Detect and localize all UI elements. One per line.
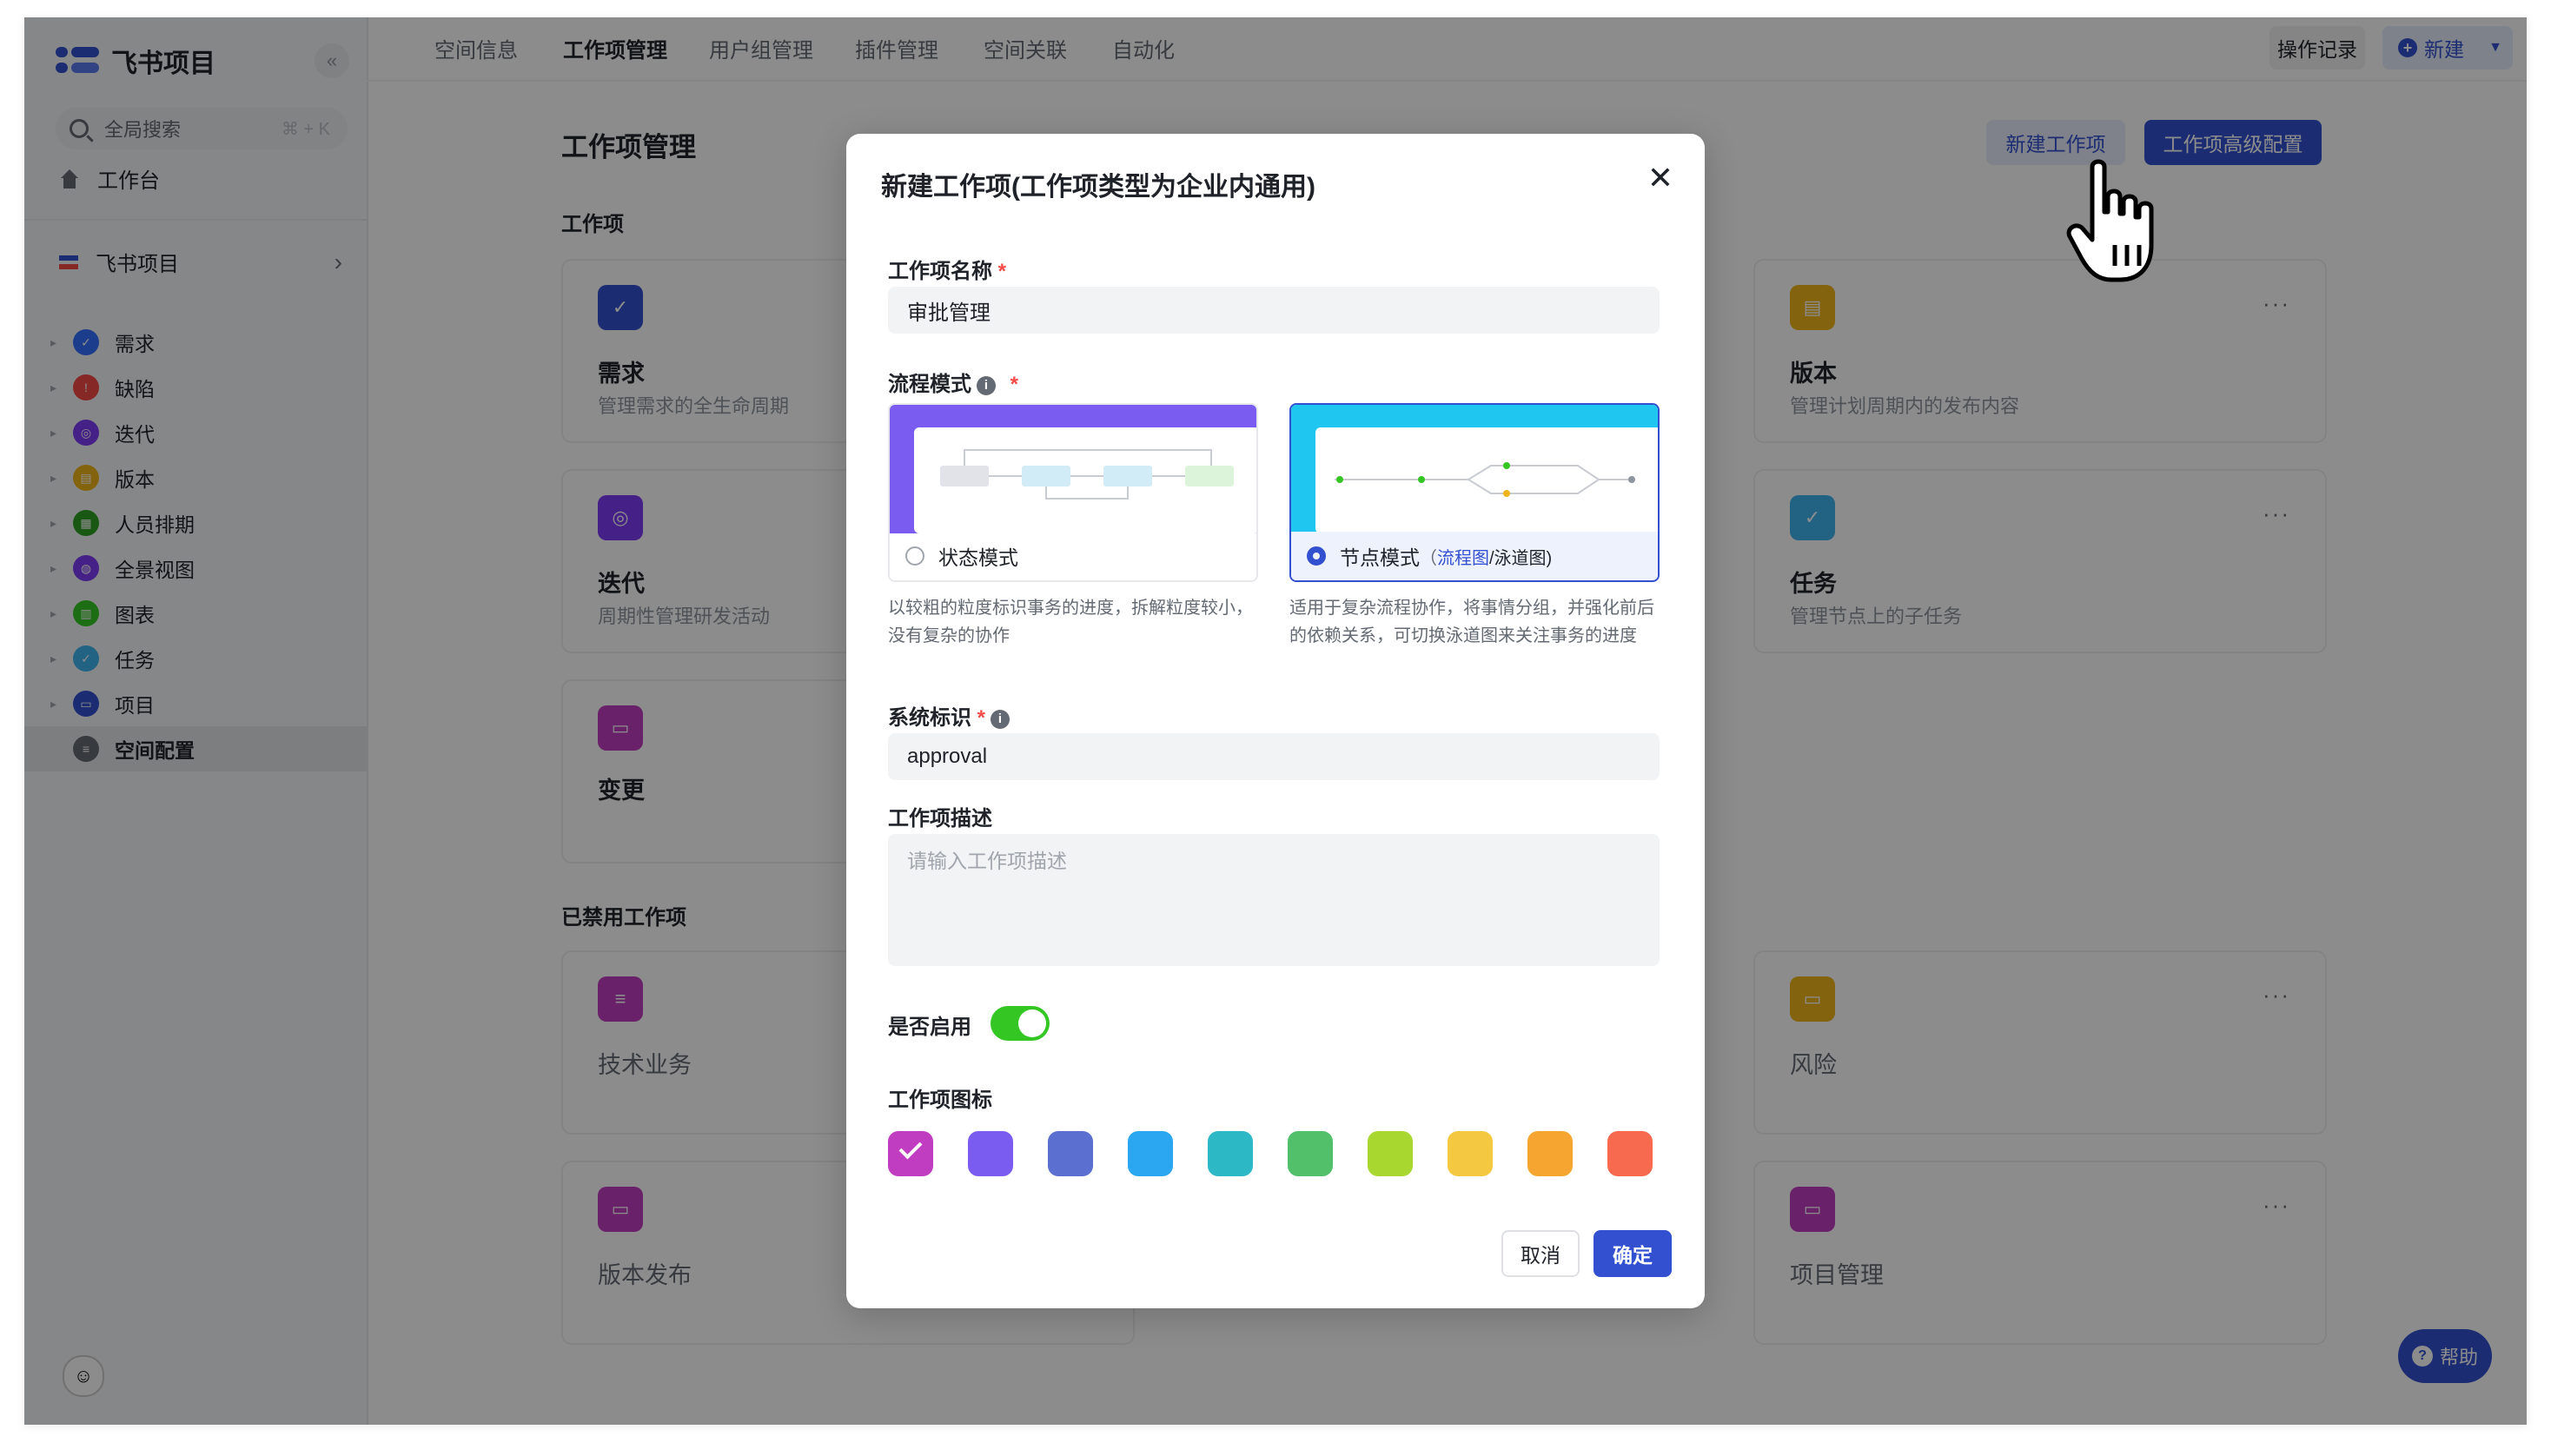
mode-card-node[interactable]: 节点模式 （流程图/泳道图) (1289, 403, 1660, 582)
state-mode-radio[interactable] (905, 546, 924, 566)
node-mode-preview (1291, 405, 1658, 533)
swimlane-label: /泳道图) (1489, 548, 1553, 568)
icon-color-swatch[interactable] (888, 1131, 933, 1176)
icon-label: 工作项图标 (888, 1089, 992, 1112)
state-mode-preview (890, 405, 1256, 533)
node-mode-desc: 适用于复杂流程协作，将事情分组，并强化前后的依赖关系，可切换泳道图来关注事务的进… (1289, 599, 1654, 645)
icon-color-swatch[interactable] (1048, 1131, 1093, 1176)
node-mode-label: 节点模式 (1340, 546, 1420, 569)
app-window: 飞书项目 « 全局搜索 ⌘ + K 工作台 飞书项目 › ▸ ✓ 需求 ▸ ! (24, 17, 2527, 1425)
description-textarea[interactable]: 请输入工作项描述 (888, 834, 1660, 966)
system-id-input[interactable]: approval (888, 733, 1660, 780)
new-work-item-dialog: 新建工作项(工作项类型为企业内通用) ✕ 工作项名称 * 审批管理 流程模式 i … (846, 134, 1705, 1308)
mode-card-state[interactable]: 状态模式 (888, 403, 1258, 582)
state-mode-label: 状态模式 (938, 546, 1018, 569)
state-mode-desc: 以较粗的粒度标识事务的进度，拆解粒度较小，没有复杂的协作 (888, 599, 1253, 645)
info-icon: i (991, 709, 1010, 729)
flow-mode-label: 流程模式 i * (888, 373, 1019, 396)
cancel-button[interactable]: 取消 (1501, 1230, 1580, 1277)
close-icon[interactable]: ✕ (1647, 160, 1673, 196)
check-icon (898, 1135, 923, 1160)
name-label: 工作项名称 * (888, 260, 1007, 283)
icon-color-swatch[interactable] (1448, 1131, 1493, 1176)
icon-color-swatch[interactable] (968, 1131, 1013, 1176)
icon-color-swatch[interactable] (1128, 1131, 1173, 1176)
system-id-label: 系统标识 * i (888, 700, 1010, 731)
flowchart-link[interactable]: 流程图 (1437, 544, 1489, 569)
state-mode-footer: 状态模式 (890, 532, 1256, 580)
info-icon: i (977, 375, 996, 395)
icon-color-swatch[interactable] (1368, 1131, 1413, 1176)
dialog-title: 新建工作项(工作项类型为企业内通用) (881, 173, 1315, 202)
name-input[interactable]: 审批管理 (888, 287, 1660, 334)
icon-color-swatch[interactable] (1607, 1131, 1653, 1176)
node-mode-radio[interactable] (1307, 546, 1326, 566)
icon-color-swatch[interactable] (1527, 1131, 1573, 1176)
description-label: 工作项描述 (888, 807, 992, 831)
enable-label: 是否启用 (888, 1016, 971, 1039)
icon-color-swatch[interactable] (1288, 1131, 1333, 1176)
node-mode-footer: 节点模式 （流程图/泳道图) (1291, 532, 1658, 580)
enable-toggle[interactable] (991, 1006, 1050, 1041)
hand-cursor-icon (2066, 159, 2154, 282)
node-mode-paren: （ (1420, 548, 1437, 568)
icon-color-swatch[interactable] (1208, 1131, 1253, 1176)
confirm-button[interactable]: 确定 (1594, 1230, 1672, 1277)
